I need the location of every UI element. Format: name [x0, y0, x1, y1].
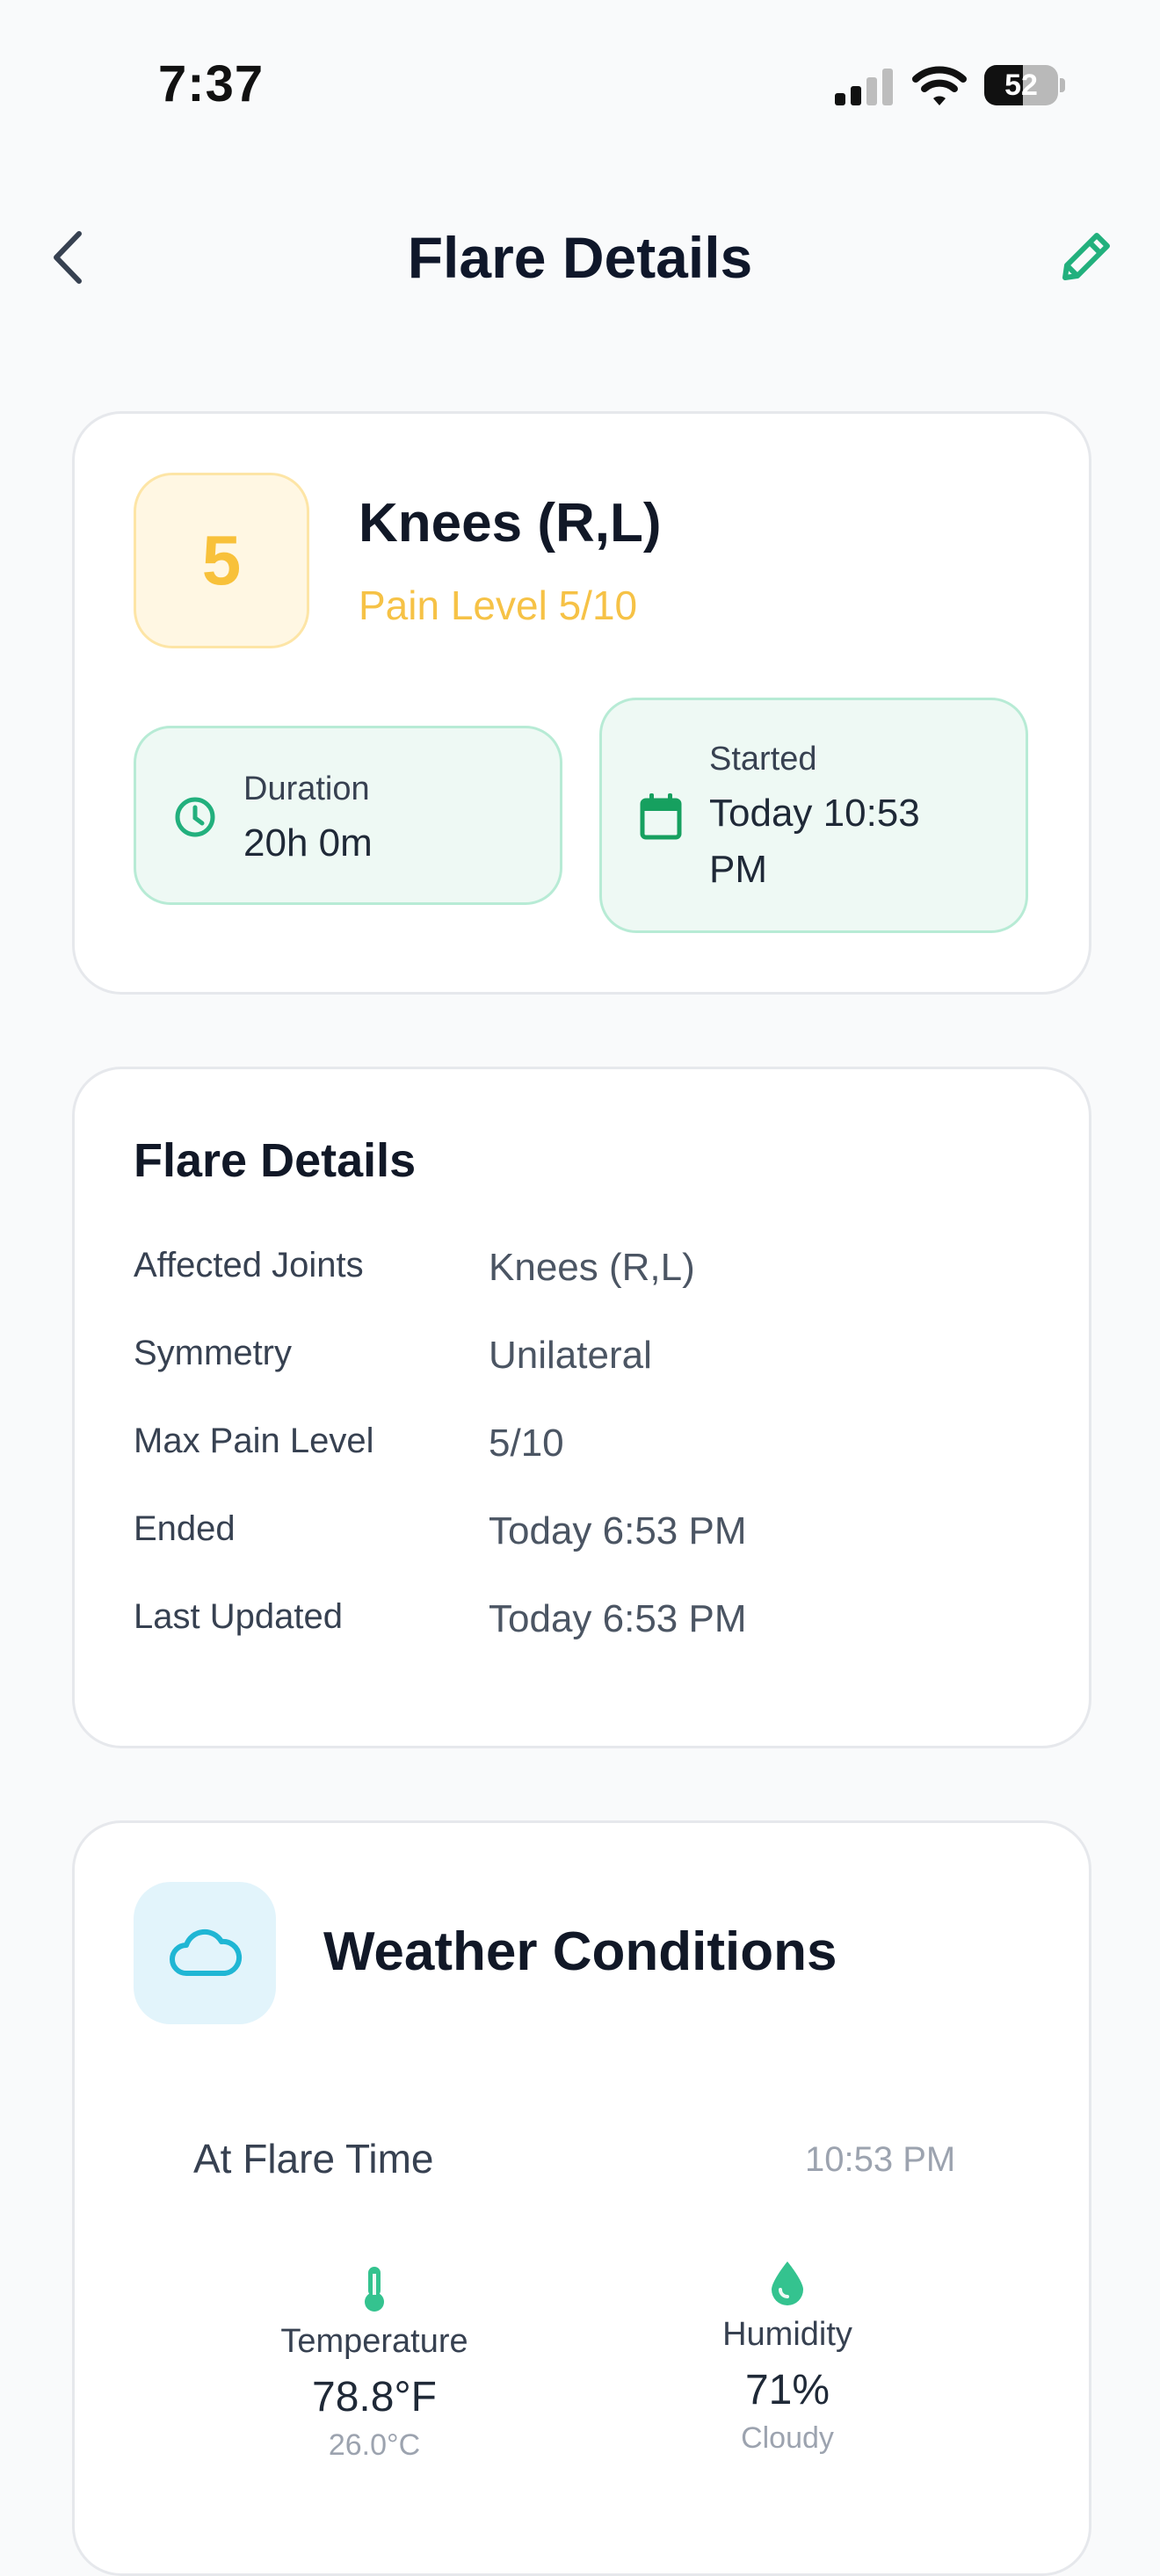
wifi-icon	[912, 66, 967, 105]
temperature-celsius: 26.0°C	[328, 2428, 421, 2462]
pain-level-badge: 5	[134, 473, 309, 648]
detail-label-max-pain: Max Pain Level	[134, 1422, 374, 1460]
humidity-label: Humidity	[722, 2316, 852, 2353]
started-value-line2: PM	[709, 848, 767, 891]
duration-value: 20h 0m	[243, 821, 373, 865]
weather-icon-box	[134, 1882, 276, 2024]
temperature-label: Temperature	[280, 2323, 468, 2360]
battery-icon: 52	[984, 65, 1065, 105]
page-title: Flare Details	[407, 225, 753, 290]
weather-condition: Cloudy	[741, 2421, 834, 2455]
detail-value-last-updated: Today 6:53 PM	[489, 1597, 747, 1640]
calendar-icon	[640, 793, 682, 840]
clock-icon	[175, 797, 215, 837]
status-time: 7:37	[158, 55, 265, 112]
started-label: Started	[709, 741, 817, 778]
detail-label-last-updated: Last Updated	[134, 1597, 343, 1636]
cloud-icon	[170, 1928, 243, 1976]
cellular-signal-icon	[835, 69, 893, 105]
details-title: Flare Details	[134, 1134, 417, 1187]
detail-value-max-pain: 5/10	[489, 1422, 564, 1465]
thermometer-icon	[365, 2267, 384, 2312]
detail-label-affected-joints: Affected Joints	[134, 1246, 364, 1284]
detail-value-symmetry: Unilateral	[489, 1334, 652, 1377]
duration-label: Duration	[243, 771, 370, 807]
pain-level-text: Pain Level 5/10	[359, 582, 638, 628]
detail-value-affected-joints: Knees (R,L)	[489, 1246, 695, 1289]
weather-title: Weather Conditions	[323, 1921, 837, 1982]
duration-chip: Duration 20h 0m	[134, 726, 562, 905]
pencil-icon[interactable]	[1055, 225, 1118, 288]
humidity-metric: Humidity 71% Cloudy	[629, 2260, 946, 2456]
detail-value-ended: Today 6:53 PM	[489, 1509, 747, 1552]
detail-label-symmetry: Symmetry	[134, 1334, 292, 1372]
battery-percentage: 52	[1004, 69, 1038, 102]
temperature-metric: Temperature 78.8°F 26.0°C	[216, 2265, 533, 2463]
flare-time-label: At Flare Time	[193, 2136, 434, 2182]
started-chip: Started Today 10:53 PM	[599, 698, 1028, 933]
humidity-value: 71%	[744, 2367, 830, 2413]
water-drop-icon	[772, 2261, 803, 2305]
joint-title: Knees (R,L)	[359, 493, 662, 554]
started-value-line1: Today 10:53	[709, 792, 920, 835]
detail-label-ended: Ended	[134, 1509, 236, 1548]
temperature-value: 78.8°F	[312, 2374, 437, 2420]
flare-time-value: 10:53 PM	[805, 2140, 956, 2179]
